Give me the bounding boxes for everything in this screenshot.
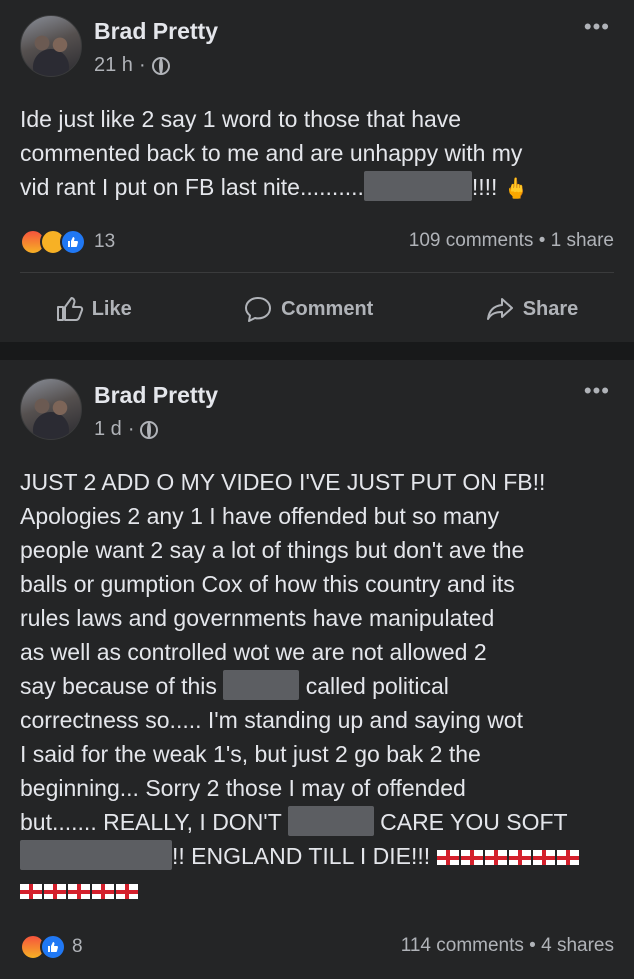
- redacted-word: [287, 806, 374, 836]
- meta-dot: ·: [138, 54, 146, 76]
- thumbs-up-icon: [56, 297, 83, 321]
- post-text-line: commented back to me and are unhappy wit…: [20, 140, 523, 166]
- more-options-icon[interactable]: •••: [584, 380, 610, 402]
- action-bar: Like Comment Share: [0, 295, 634, 323]
- reactions-summary[interactable]: 8: [20, 934, 83, 960]
- share-arrow-icon: [486, 298, 513, 320]
- reactions-summary[interactable]: 13: [20, 229, 115, 255]
- like-button[interactable]: Like: [56, 295, 132, 323]
- share-label: Share: [522, 297, 579, 320]
- post-text-line: people want 2 say a lot of things but do…: [20, 537, 525, 563]
- post-text-line: but....... REALLY, I DON'T CARE YOU SOFT: [20, 805, 620, 839]
- author-name[interactable]: Brad Pretty: [94, 18, 218, 45]
- england-flag-emojis: [20, 877, 140, 903]
- comment-label: Comment: [281, 297, 374, 320]
- divider: [20, 272, 614, 273]
- post-text-line: balls or gumption Cox of how this countr…: [20, 571, 515, 597]
- globe-icon: [151, 56, 170, 75]
- post-time[interactable]: 21 h: [94, 54, 133, 77]
- redacted-word: [223, 670, 300, 700]
- feed-separator: [0, 342, 634, 360]
- globe-icon: [140, 420, 159, 439]
- middle-finger-emoji: 🖕: [503, 178, 529, 200]
- like-reaction-icon: [60, 229, 86, 255]
- post-body: Ide just like 2 say 1 word to those that…: [20, 102, 620, 206]
- share-button[interactable]: Share: [485, 295, 579, 323]
- meta-dot: ·: [127, 418, 135, 440]
- post-meta: 1 d ·: [94, 418, 159, 441]
- post-time[interactable]: 1 d: [94, 418, 122, 441]
- post-text-line: beginning... Sorry 2 those I may of offe…: [20, 775, 466, 801]
- post-body: JUST 2 ADD O MY VIDEO I'VE JUST PUT ON F…: [20, 465, 620, 907]
- post-text-line: Apologies 2 any 1 I have offended but so…: [20, 503, 500, 529]
- post-meta: 21 h ·: [94, 54, 170, 77]
- comments-shares-count[interactable]: 114 comments • 4 shares: [401, 935, 614, 957]
- post-text-line: [20, 873, 620, 907]
- post-text-line: as well as controlled wot we are not all…: [20, 639, 487, 665]
- post-text-line: rules laws and governments have manipula…: [20, 605, 495, 631]
- more-options-icon[interactable]: •••: [584, 16, 610, 38]
- like-reaction-icon: [40, 934, 66, 960]
- post-text-line: correctness so..... I'm standing up and …: [20, 707, 523, 733]
- post-text-line: I said for the weak 1's, but just 2 go b…: [20, 741, 481, 767]
- post-1: Brad Pretty 21 h · ••• Ide just like 2 s…: [0, 0, 634, 342]
- comment-button[interactable]: Comment: [243, 295, 373, 323]
- redacted-word: [20, 840, 172, 870]
- post-text-line: say because of this called political: [20, 669, 620, 703]
- avatar[interactable]: [20, 15, 82, 77]
- comment-bubble-icon: [245, 297, 272, 322]
- post-text-line: !! ENGLAND TILL I DIE!!!: [20, 839, 620, 873]
- reaction-count: 13: [94, 231, 116, 252]
- england-flag-emojis: [436, 843, 581, 869]
- author-name[interactable]: Brad Pretty: [94, 382, 218, 409]
- avatar[interactable]: [20, 378, 82, 440]
- like-label: Like: [91, 297, 132, 320]
- post-2: Brad Pretty 1 d · ••• JUST 2 ADD O MY VI…: [0, 360, 634, 979]
- reaction-count: 8: [72, 936, 83, 957]
- post-text-line: Ide just like 2 say 1 word to those that…: [20, 106, 462, 132]
- redacted-word: [363, 171, 472, 201]
- post-text-line: JUST 2 ADD O MY VIDEO I'VE JUST PUT ON F…: [20, 469, 546, 495]
- comments-shares-count[interactable]: 109 comments • 1 share: [409, 230, 614, 252]
- post-text-line: vid rant I put on FB last nite..........…: [20, 170, 620, 206]
